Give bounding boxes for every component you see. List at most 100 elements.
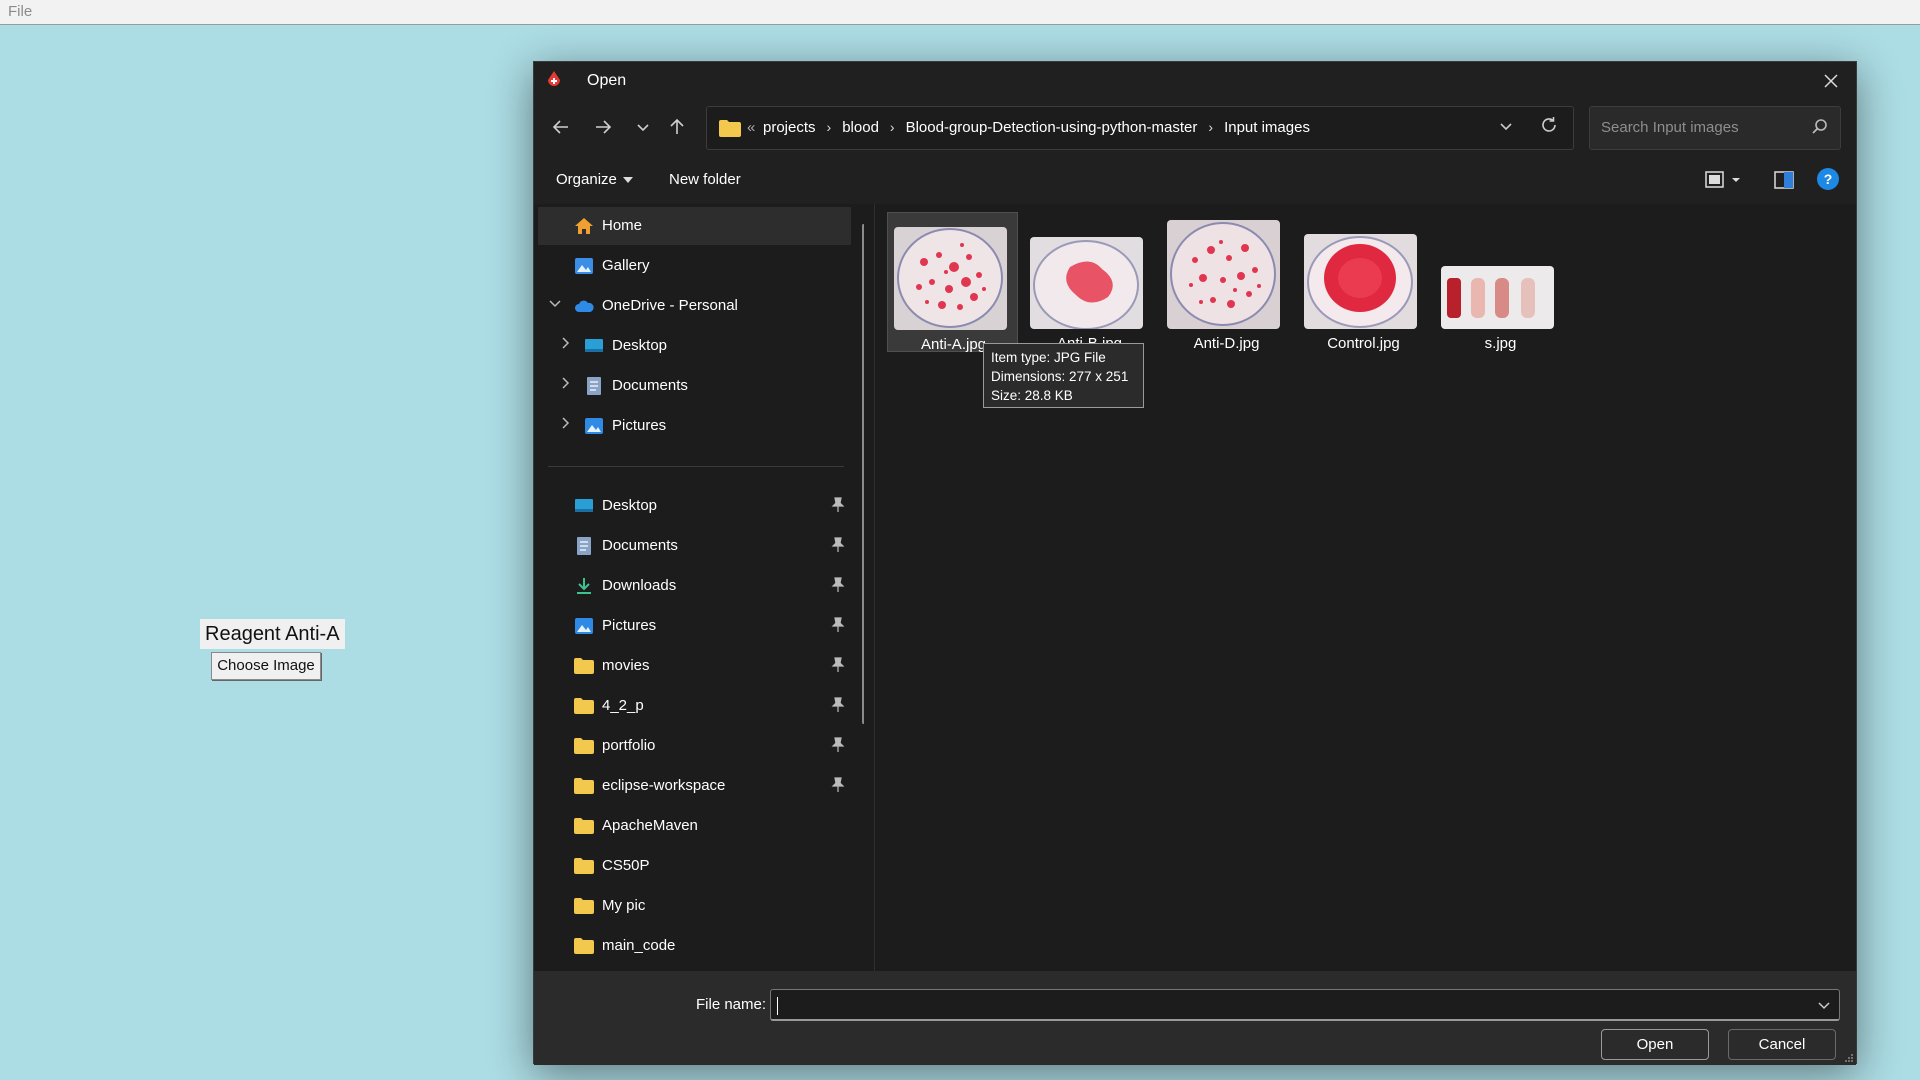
search-placeholder: Search Input images: [1601, 119, 1739, 136]
gallery-icon: [575, 258, 593, 274]
thumbnail-image: [894, 227, 1007, 330]
breadcrumb-input-images[interactable]: Input images: [1224, 119, 1310, 136]
chevron-down-icon[interactable]: [1817, 998, 1831, 1012]
back-arrow-icon[interactable]: [546, 112, 576, 142]
file-item-anti-b[interactable]: Anti-B.jpg: [1024, 212, 1155, 352]
breadcrumb-separator-icon[interactable]: ›: [1208, 119, 1213, 135]
sidebar-item-portfolio[interactable]: portfolio: [538, 727, 851, 765]
sidebar-item-apachemaven[interactable]: ApacheMaven: [538, 807, 851, 845]
app-icon: [548, 71, 560, 86]
sidebar-item-main-code[interactable]: main_code: [538, 927, 851, 965]
view-icon: [1705, 171, 1740, 188]
chevron-right-icon[interactable]: [558, 416, 572, 433]
chevron-right-icon[interactable]: [558, 336, 572, 353]
folder-icon: [574, 778, 594, 794]
address-overflow-marker[interactable]: «: [747, 119, 755, 136]
sidebar-item-label: Desktop: [612, 337, 668, 354]
sidebar-item-gallery[interactable]: Gallery: [538, 247, 851, 285]
folder-icon: [574, 658, 594, 674]
file-item-control[interactable]: Control.jpg: [1298, 212, 1429, 352]
sidebar-item-eclipse-workspace[interactable]: eclipse-workspace: [538, 767, 851, 805]
folder-icon: [574, 938, 594, 954]
address-history-chevron-icon[interactable]: [1499, 119, 1513, 136]
pin-icon[interactable]: [831, 737, 845, 753]
sidebar-item-4-2-p[interactable]: 4_2_p: [538, 687, 851, 725]
refresh-icon[interactable]: [1539, 115, 1559, 141]
dialog-footer: File name: Open Cancel: [534, 971, 1856, 1065]
close-icon[interactable]: [1816, 66, 1846, 96]
sidebar-item-label: 4_2_p: [602, 697, 644, 714]
cancel-button[interactable]: Cancel: [1728, 1029, 1836, 1060]
breadcrumb-project-folder[interactable]: Blood-group-Detection-using-python-maste…: [906, 119, 1198, 136]
search-icon[interactable]: [1810, 117, 1830, 137]
sidebar-item-label: Documents: [602, 537, 678, 554]
pin-icon[interactable]: [831, 617, 845, 633]
sidebar-item-label: OneDrive - Personal: [602, 297, 738, 314]
pin-icon[interactable]: [831, 777, 845, 793]
folder-icon: [574, 698, 594, 714]
sidebar-item-onedrive-documents[interactable]: Documents: [538, 367, 851, 405]
sidebar-item-onedrive-desktop[interactable]: Desktop: [538, 327, 851, 365]
preview-pane-button[interactable]: [1772, 168, 1796, 192]
menu-file[interactable]: File: [8, 3, 32, 20]
resize-grip-icon[interactable]: [1844, 1053, 1854, 1063]
pin-icon[interactable]: [831, 657, 845, 673]
sidebar-item-onedrive-pictures[interactable]: Pictures: [538, 407, 851, 445]
sidebar-item-movies[interactable]: movies: [538, 647, 851, 685]
sidebar-item-label: Downloads: [602, 577, 677, 594]
pin-icon[interactable]: [831, 497, 845, 513]
preview-pane-icon: [1774, 171, 1794, 189]
sidebar-item-label: Pictures: [612, 417, 667, 434]
new-folder-button[interactable]: New folder: [669, 171, 741, 188]
sidebar-item-label: main_code: [602, 937, 676, 954]
pictures-icon: [585, 418, 603, 434]
address-bar[interactable]: « projects › blood › Blood-group-Detection-u…: [706, 106, 1574, 150]
nav-scrollbar[interactable]: [862, 224, 864, 724]
file-item-s[interactable]: s.jpg: [1435, 212, 1566, 352]
chevron-right-icon[interactable]: [558, 376, 572, 393]
home-icon: [575, 218, 593, 234]
file-name-label: File name:: [696, 996, 767, 1013]
breadcrumb-separator-icon[interactable]: ›: [827, 119, 832, 135]
open-button[interactable]: Open: [1601, 1029, 1709, 1060]
organize-button[interactable]: Organize: [556, 171, 633, 188]
chevron-down-icon[interactable]: [548, 296, 562, 313]
sidebar-item-label: ApacheMaven: [602, 817, 698, 834]
documents-icon: [587, 377, 601, 395]
sidebar-item-my-pic[interactable]: My pic: [538, 887, 851, 925]
open-file-dialog: Open « projects › blood › Blood-group-Detect…: [533, 61, 1857, 1065]
dropdown-caret-icon: [622, 177, 633, 184]
sidebar-item-label: Gallery: [602, 257, 650, 274]
sidebar-item-downloads[interactable]: Downloads: [538, 567, 851, 605]
file-item-anti-a[interactable]: Anti-A.jpg: [887, 212, 1018, 353]
thumbnail-image: [1441, 266, 1554, 329]
pin-icon[interactable]: [831, 697, 845, 713]
breadcrumb-separator-icon[interactable]: ›: [890, 119, 895, 135]
file-name: Control.jpg: [1327, 335, 1400, 352]
file-list: Anti-A.jpg Anti-B.jpg: [876, 204, 1856, 971]
file-name-input[interactable]: [770, 989, 1840, 1021]
breadcrumb-blood[interactable]: blood: [842, 119, 879, 136]
up-arrow-icon[interactable]: [662, 112, 692, 142]
pane-splitter[interactable]: [874, 204, 875, 971]
sidebar-item-desktop[interactable]: Desktop: [538, 487, 851, 525]
download-icon: [577, 578, 591, 594]
file-item-anti-d[interactable]: Anti-D.jpg: [1161, 212, 1292, 352]
sidebar-item-cs50p[interactable]: CS50P: [538, 847, 851, 885]
dialog-title: Open: [587, 72, 627, 89]
choose-image-button[interactable]: Choose Image: [211, 652, 321, 680]
sidebar-item-label: eclipse-workspace: [602, 777, 726, 794]
sidebar-item-home[interactable]: Home: [538, 207, 851, 245]
help-icon[interactable]: ?: [1817, 168, 1839, 190]
breadcrumb-projects[interactable]: projects: [763, 119, 816, 136]
pin-icon[interactable]: [831, 577, 845, 593]
pin-icon[interactable]: [831, 537, 845, 553]
change-view-button[interactable]: [1704, 168, 1744, 192]
sidebar-item-pictures[interactable]: Pictures: [538, 607, 851, 645]
forward-arrow-icon[interactable]: [588, 112, 618, 142]
recent-locations-chevron-icon[interactable]: [628, 112, 658, 142]
sidebar-item-onedrive[interactable]: OneDrive - Personal: [538, 287, 851, 325]
sidebar-item-documents[interactable]: Documents: [538, 527, 851, 565]
thumbnail-image: [1167, 220, 1280, 329]
search-input[interactable]: Search Input images: [1589, 106, 1841, 150]
